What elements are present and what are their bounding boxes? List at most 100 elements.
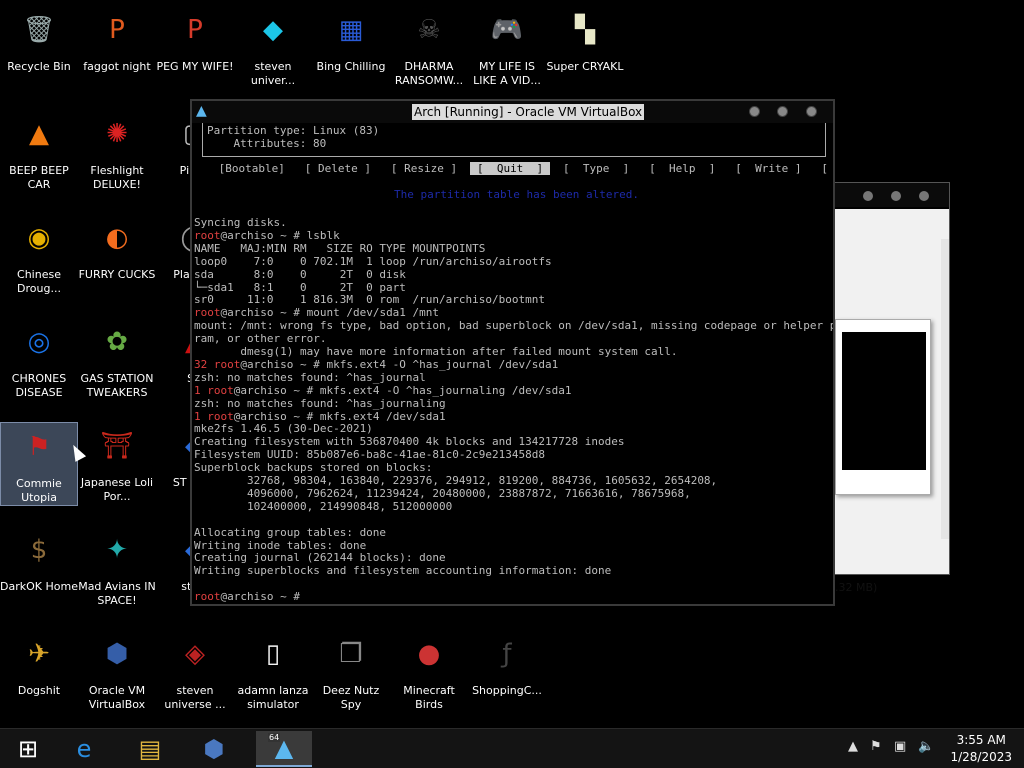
- desktop-icon-label: Dogshit: [17, 684, 61, 697]
- cfdisk-menu-item[interactable]: [ Write ]: [729, 162, 808, 175]
- desktop-icon-label: steven universe ...: [164, 684, 226, 711]
- window-button-icon[interactable]: [919, 191, 929, 201]
- cfdisk-menu-item[interactable]: [ Dump ]: [815, 162, 833, 175]
- desktop-icon[interactable]: ✈ Dogshit: [0, 630, 78, 698]
- gold-plane-icon: ✈: [28, 639, 50, 669]
- terminal-line: 1 root@archiso ~ # mkfs.ext4 -O ^has_jou…: [194, 383, 572, 397]
- volume-icon[interactable]: 🔈: [918, 739, 934, 754]
- desktop-icon[interactable]: $ DarkOK Home: [0, 526, 78, 594]
- desktop-icon-label: FURRY CUCKS: [78, 268, 156, 281]
- desktop-icon-label: Minecraft Birds: [403, 684, 455, 711]
- angry-bird-icon: ●: [417, 639, 441, 669]
- flower-icon: ✿: [106, 327, 128, 357]
- terminal-line: 102400000, 214990848, 512000000: [194, 499, 453, 513]
- desktop-icon[interactable]: ❐ Deez Nutz Spy: [312, 630, 390, 712]
- desktop-icon[interactable]: P PEG MY WIFE!: [156, 6, 234, 74]
- desktop-icon-label: steven univer...: [250, 60, 296, 87]
- internet-explorer-button[interactable]: e: [56, 731, 112, 767]
- desktop-icon[interactable]: ✿ GAS STATION TWEAKERS: [78, 318, 156, 400]
- desktop-icon-label: GAS STATION TWEAKERS: [80, 372, 154, 399]
- recycle-bin-icon: 🗑: [22, 15, 56, 45]
- status-hint: The partition table has been altered.: [394, 188, 640, 201]
- terminal-line: Allocating group tables: done: [194, 525, 387, 539]
- virtualbox-taskbar-button[interactable]: ⬢: [186, 731, 242, 767]
- scrollbar[interactable]: [941, 239, 949, 539]
- desktop-icon[interactable]: ◎ CHRONES DISEASE: [0, 318, 78, 400]
- chrome-icon: ◎: [27, 327, 51, 357]
- desktop-icon-label: ShoppingC...: [472, 684, 542, 697]
- internet-explorer-icon: e: [76, 735, 92, 763]
- window-button-icon[interactable]: [891, 191, 901, 201]
- terminal-line: loop0 7:0 0 702.1M 1 loop /run/archiso/a…: [194, 254, 552, 268]
- start-button[interactable]: ⊞: [0, 731, 56, 767]
- maximize-button[interactable]: [777, 106, 788, 117]
- window-title: Arch [Running] - Oracle VM VirtualBox: [412, 104, 645, 120]
- cfdisk-menu-item[interactable]: [ Resize ]: [384, 162, 463, 175]
- cfdisk-menu-item[interactable]: [ Delete ]: [298, 162, 377, 175]
- desktop-icon[interactable]: ◐ FURRY CUCKS: [78, 214, 156, 282]
- cfdisk-menu-item[interactable]: [ Quit ]: [470, 162, 550, 175]
- desktop-icon[interactable]: ◉ Chinese Droug...: [0, 214, 78, 296]
- background-window[interactable]: .32 MB): [832, 182, 950, 594]
- desktop-icon[interactable]: ▚ Super CRYAKL: [546, 6, 624, 74]
- desktop-icon-label: Oracle VM VirtualBox: [88, 684, 146, 711]
- window-titlebar[interactable]: ▲ Arch [Running] - Oracle VM VirtualBox: [192, 101, 833, 123]
- cfdisk-menu-item[interactable]: [ Help ]: [643, 162, 722, 175]
- clock-date: 1/28/2023: [950, 750, 1012, 764]
- chinese-coin-icon: ◉: [27, 223, 51, 253]
- virtualbox-icon: ⬢: [105, 639, 129, 669]
- stacked-windows-icon: ❐: [339, 639, 363, 669]
- desktop-icon[interactable]: ▲ BEEP BEEP CAR: [0, 110, 78, 192]
- desktop-icon[interactable]: ⛩ Japanese Loli Por...: [78, 422, 156, 504]
- desktop-icon[interactable]: ◆ steven univer...: [234, 6, 312, 88]
- file-explorer-icon: ▤: [138, 735, 162, 763]
- minimize-button[interactable]: [749, 106, 760, 117]
- tray-expand-icon[interactable]: ▲: [848, 739, 858, 754]
- terminal-screen[interactable]: Partition type: Linux (83) Attributes: 8…: [194, 123, 833, 604]
- cfdisk-menu-item[interactable]: [Bootable]: [212, 162, 291, 175]
- arch-vm-taskbar-button[interactable]: ▲ 64: [256, 731, 312, 767]
- virtualbox-taskbar-icon: ⬢: [203, 735, 225, 763]
- desktop-icon-label: CHRONES DISEASE: [11, 372, 67, 399]
- terminal-line: 4096000, 7962624, 11239424, 20480000, 23…: [194, 486, 691, 500]
- terminal-line: 32768, 98304, 163840, 229376, 294912, 81…: [194, 474, 718, 487]
- clock[interactable]: 3:55 AM 1/28/2023: [950, 732, 1012, 766]
- file-explorer-button[interactable]: ▤: [122, 731, 178, 767]
- desktop-icon-label: faggot night: [83, 60, 151, 73]
- desktop-icon[interactable]: ✺ Fleshlight DELUXE!: [78, 110, 156, 192]
- money-bag-icon: $: [30, 535, 48, 565]
- p-logo-icon: P: [109, 15, 125, 45]
- desktop-icon[interactable]: ☠ DHARMA RANSOMW...: [390, 6, 468, 88]
- action-center-flag-icon[interactable]: ⚑: [870, 739, 882, 754]
- angry-birds-space-icon: ✦: [106, 535, 128, 565]
- red-creature-icon: ✺: [106, 119, 128, 149]
- desktop-icon-label: BEEP BEEP CAR: [9, 164, 69, 191]
- window-button-icon[interactable]: [863, 191, 873, 201]
- torii-icon: ⛩: [100, 431, 134, 461]
- cfdisk-menu-item[interactable]: [ Type ]: [556, 162, 635, 175]
- desktop-icon-label: Mad Avians IN SPACE!: [78, 580, 156, 607]
- desktop-icon[interactable]: ƒ ShoppingC...: [468, 630, 546, 698]
- close-button[interactable]: [806, 106, 817, 117]
- desktop-icon[interactable]: ▦ Bing Chilling: [312, 6, 390, 74]
- desktop-icon[interactable]: ⬢ Oracle VM VirtualBox: [78, 630, 156, 712]
- desktop-icon[interactable]: ▯ adamn lanza simulator: [234, 630, 312, 712]
- background-window-titlebar[interactable]: [833, 183, 949, 207]
- terminal-line: Writing superblocks and filesystem accou…: [194, 564, 612, 578]
- desktop-icon[interactable]: ✦ Mad Avians IN SPACE!: [78, 526, 156, 608]
- virtualbox-window[interactable]: ▲ Arch [Running] - Oracle VM VirtualBox …: [190, 99, 835, 606]
- desktop-icon[interactable]: 🗑 Recycle Bin: [0, 6, 78, 74]
- desktop-icon[interactable]: Pfaggot night: [78, 6, 156, 74]
- desktop-icon[interactable]: ● Minecraft Birds: [390, 630, 468, 712]
- desktop-icon-label: Recycle Bin: [7, 60, 71, 73]
- desktop-icon[interactable]: 🎮 MY LIFE IS LIKE A VID...: [468, 6, 546, 88]
- desktop-icon[interactable]: ◈ steven universe ...: [156, 630, 234, 712]
- network-icon[interactable]: ▣: [894, 739, 906, 754]
- diamond-icon: ◆: [263, 15, 283, 45]
- desktop-icon-label: PEG MY WIFE!: [156, 60, 234, 73]
- commie-flag-icon: ⚑: [27, 432, 51, 462]
- desktop-icon[interactable]: ⚑ Commie Utopia: [0, 422, 78, 506]
- vm-preview-screen: [842, 332, 926, 470]
- desktop-icon-label: adamn lanza simulator: [237, 684, 309, 711]
- background-window-body: .32 MB): [833, 209, 949, 594]
